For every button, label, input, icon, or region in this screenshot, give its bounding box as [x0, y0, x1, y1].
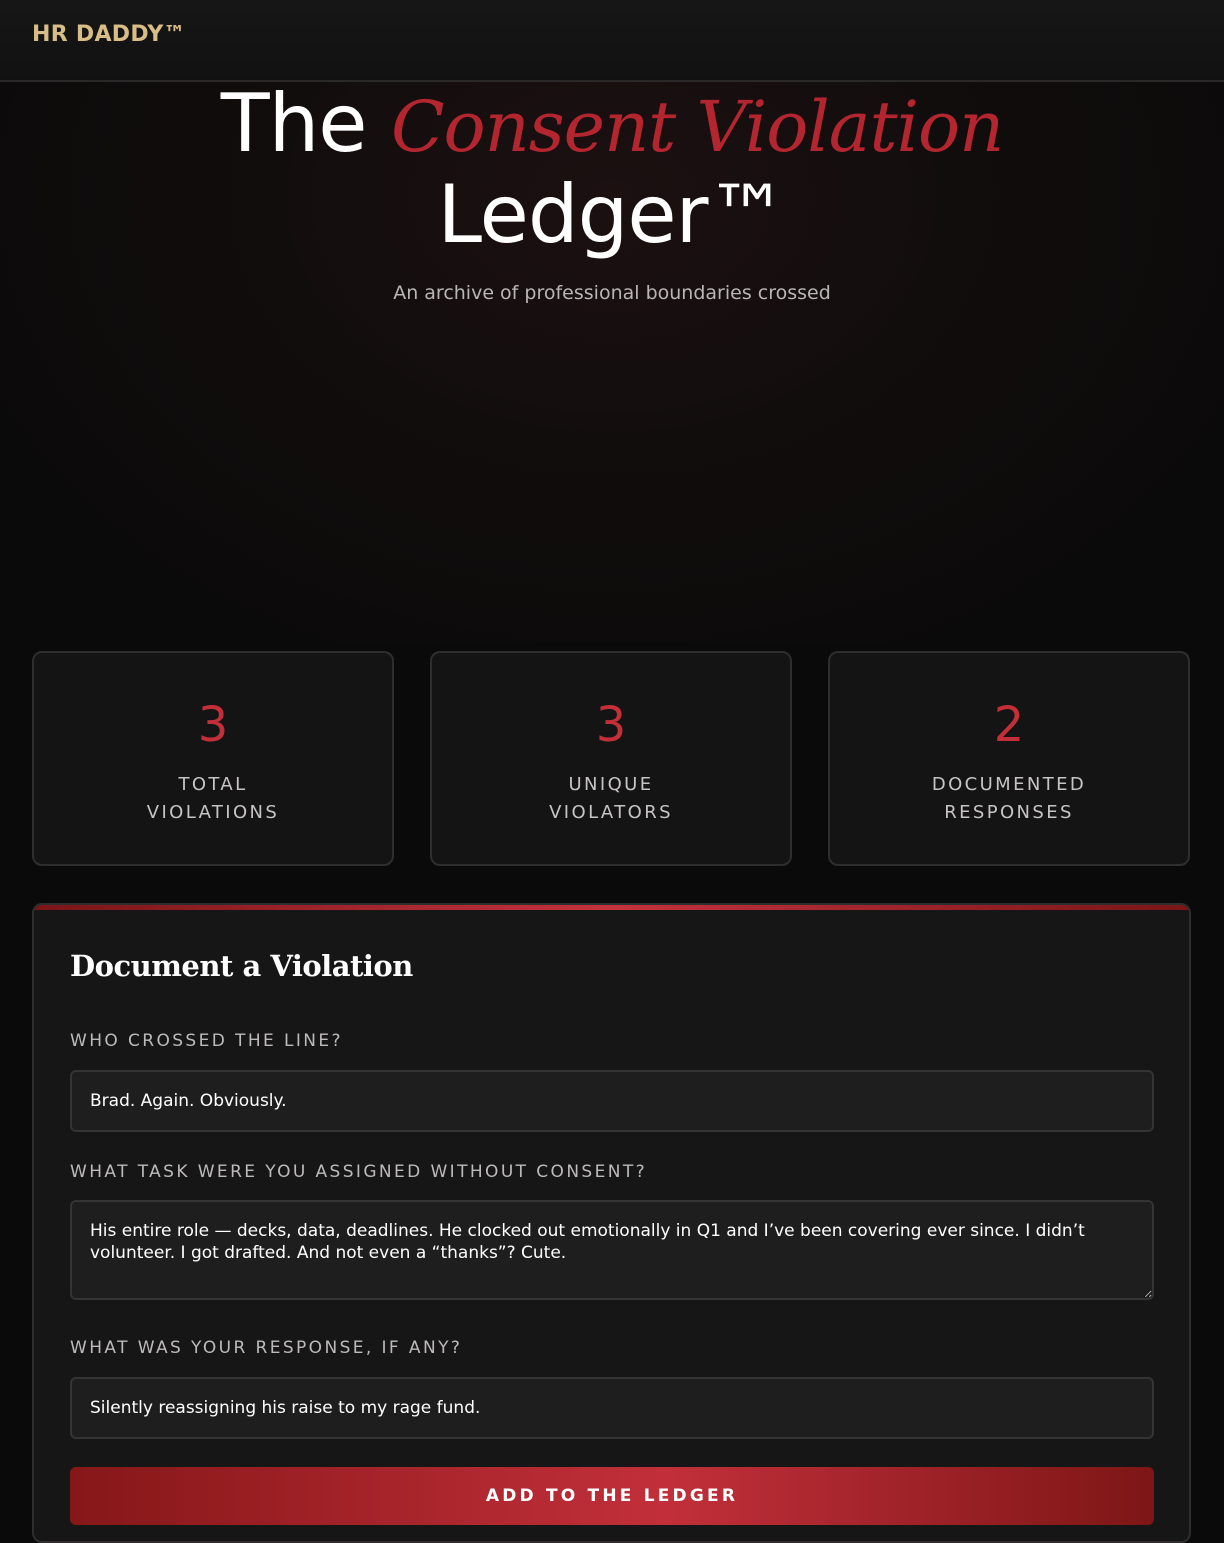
top-navigation-bar: HR DADDY™ — [0, 0, 1224, 82]
violation-form: Document a Violation WHO CROSSED THE LIN… — [32, 903, 1191, 1543]
violator-input[interactable] — [70, 1070, 1154, 1132]
stat-card-documented-responses: 2 DOCUMENTED RESPONSES — [828, 651, 1190, 866]
hero-section: The Consent Violation Ledger™ An archive… — [0, 80, 1224, 642]
stat-label: UNIQUE VIOLATORS — [549, 774, 673, 823]
add-to-ledger-button[interactable]: ADD TO THE LEDGER — [70, 1467, 1154, 1525]
stat-label: DOCUMENTED RESPONSES — [931, 774, 1087, 823]
stat-value: 3 — [197, 697, 229, 753]
page-subtitle: An archive of professional boundaries cr… — [393, 282, 831, 304]
stat-value: 2 — [993, 697, 1025, 753]
response-input[interactable] — [70, 1377, 1154, 1439]
form-accent-line — [34, 905, 1189, 910]
stat-label: TOTAL VIOLATIONS — [146, 774, 280, 823]
title-prefix: The — [220, 77, 368, 170]
stat-value: 3 — [595, 697, 627, 753]
task-label: WHAT TASK WERE YOU ASSIGNED WITHOUT CONS… — [70, 1162, 648, 1182]
violator-label: WHO CROSSED THE LINE? — [70, 1031, 343, 1051]
response-label: WHAT WAS YOUR RESPONSE, IF ANY? — [70, 1338, 463, 1358]
page-title: The Consent Violation Ledger™ — [0, 80, 1224, 259]
brand-logo-text[interactable]: HR DADDY™ — [32, 22, 186, 47]
task-textarea[interactable]: His entire role — decks, data, deadlines… — [70, 1200, 1154, 1300]
stat-card-unique-violators: 3 UNIQUE VIOLATORS — [430, 651, 792, 866]
form-title: Document a Violation — [70, 949, 413, 983]
title-accent: Consent Violation — [390, 86, 1004, 168]
stat-card-total-violations: 3 TOTAL VIOLATIONS — [32, 651, 394, 866]
title-suffix: Ledger™ — [437, 168, 787, 261]
